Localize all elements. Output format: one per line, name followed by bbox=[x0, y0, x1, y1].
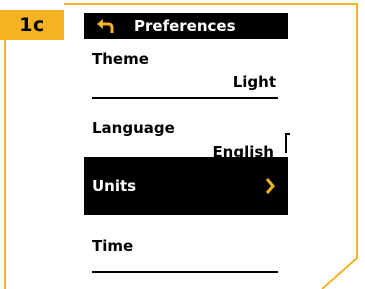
divider bbox=[92, 271, 278, 273]
scrollbar-thumb[interactable] bbox=[285, 133, 290, 153]
menu-item-label: Theme bbox=[92, 50, 149, 68]
title-bar: Preferences bbox=[84, 13, 288, 39]
step-badge: 1c bbox=[0, 10, 64, 40]
chevron-right-icon bbox=[265, 178, 275, 194]
divider bbox=[92, 97, 278, 99]
back-arrow-icon[interactable] bbox=[94, 17, 116, 35]
menu-item-value: Light bbox=[232, 73, 276, 91]
page-title: Preferences bbox=[134, 17, 236, 35]
menu-item-label: Units bbox=[92, 177, 137, 195]
menu-item-language[interactable]: Language English bbox=[84, 101, 288, 161]
menu-item-label: Time bbox=[92, 237, 134, 255]
menu-item-units[interactable]: Units bbox=[84, 157, 288, 215]
menu-item-theme[interactable]: Theme Light bbox=[84, 39, 288, 101]
menu-item-time[interactable]: Time bbox=[84, 215, 288, 275]
device-screen: Preferences Theme Light Language English… bbox=[84, 13, 290, 289]
menu-item-label: Language bbox=[92, 119, 175, 137]
